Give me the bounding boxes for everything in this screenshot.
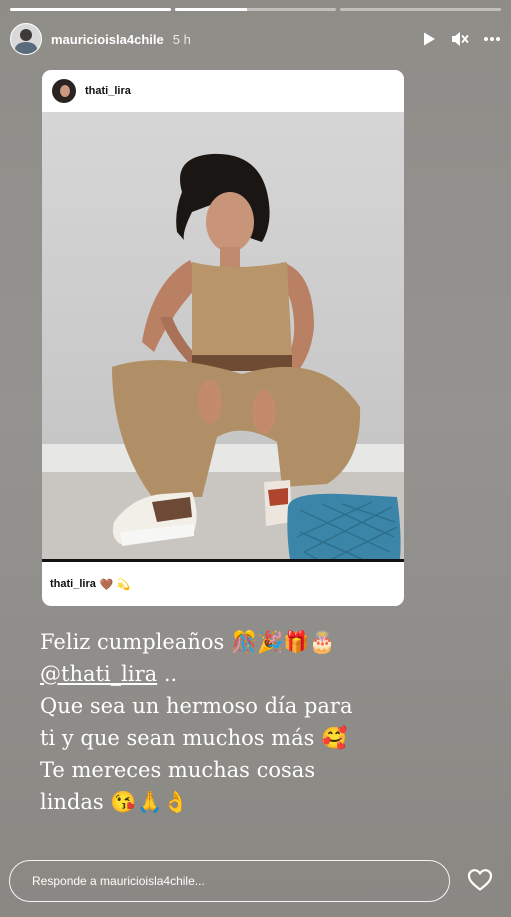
- post-caption: thati_lira 🤎 💫: [42, 562, 404, 606]
- story-text-line: Te mereces muchas cosas: [40, 758, 316, 782]
- play-icon[interactable]: [421, 31, 437, 47]
- more-icon[interactable]: [483, 36, 501, 42]
- story-text: Feliz cumpleaños 🎊🎉🎁🎂 @thati_lira .. Que…: [40, 626, 480, 818]
- story-text-line: lindas 😘🙏👌: [40, 790, 189, 814]
- story-text-line: ti y que sean muchos más 🥰: [40, 726, 348, 750]
- shared-post-card[interactable]: thati_lira thati_lira 🤎 💫: [42, 70, 404, 606]
- progress-segment: [175, 8, 336, 11]
- reply-input[interactable]: [30, 873, 449, 889]
- story-text-line: @thati_lira ..: [40, 658, 480, 690]
- story-text-line: Feliz cumpleaños 🎊🎉🎁🎂: [40, 630, 336, 654]
- mention-suffix: ..: [157, 662, 178, 686]
- progress-segment: [340, 8, 501, 11]
- post-avatar: [52, 79, 76, 103]
- mute-icon[interactable]: [451, 31, 469, 47]
- story-username[interactable]: mauricioisla4chile: [51, 32, 164, 47]
- caption-username[interactable]: thati_lira: [50, 578, 96, 590]
- avatar[interactable]: [10, 23, 42, 55]
- reply-box[interactable]: [9, 860, 450, 902]
- story-text-line: Que sea un hermoso día para: [40, 694, 353, 718]
- story-timestamp: 5 h: [172, 31, 191, 47]
- story-header: mauricioisla4chile 5 h: [10, 22, 501, 56]
- heart-icon[interactable]: [467, 868, 493, 897]
- caption-emoji: 🤎 💫: [99, 578, 131, 591]
- progress-segment: [10, 8, 171, 11]
- post-header: thati_lira: [42, 70, 404, 112]
- mention-link[interactable]: @thati_lira: [40, 662, 157, 686]
- story-progress: [10, 8, 501, 11]
- post-photo: [42, 112, 404, 562]
- post-username[interactable]: thati_lira: [85, 85, 131, 97]
- header-controls: [421, 31, 501, 47]
- story-viewer: mauricioisla4chile 5 h thati_lira thati_…: [0, 0, 511, 917]
